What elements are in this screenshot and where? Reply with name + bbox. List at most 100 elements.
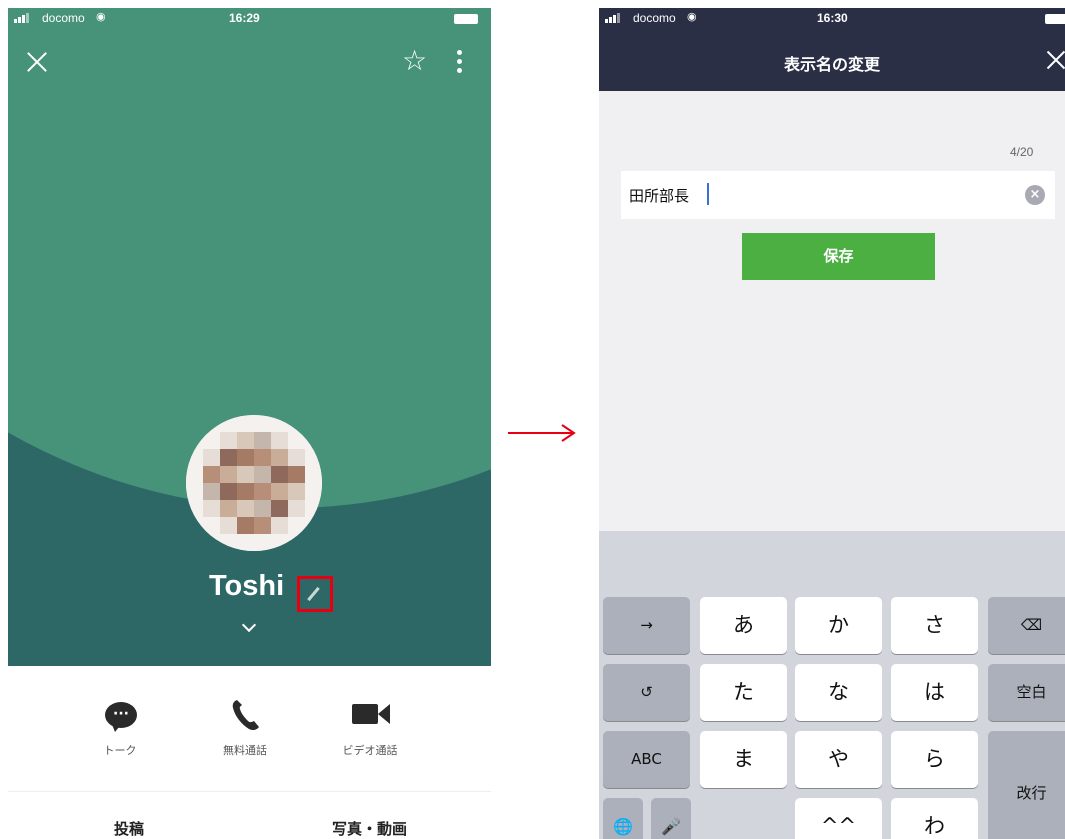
avatar-pixel — [237, 415, 254, 432]
avatar-pixel — [186, 500, 203, 517]
talk-button[interactable]: ··· トーク — [60, 696, 180, 758]
wifi-icon: ◉ — [96, 11, 106, 23]
avatar-pixel — [288, 466, 305, 483]
edit-name-button[interactable] — [297, 576, 333, 612]
key-globe[interactable]: 🌐 — [603, 798, 643, 839]
key-emoticon[interactable]: ^^ — [795, 798, 882, 839]
avatar-pixel — [271, 483, 288, 500]
key-undo-label: ↺ — [640, 683, 653, 701]
save-button[interactable]: 保存 — [742, 233, 935, 280]
key-ka[interactable]: か — [795, 597, 882, 654]
profile-screen: docomo ◉ 16:29 ☆ Toshi ··· トーク 無料通話 ビデオ通… — [8, 8, 491, 839]
more-menu-icon[interactable] — [456, 50, 464, 76]
avatar-pixel — [186, 483, 203, 500]
video-call-label: ビデオ通話 — [342, 744, 398, 757]
tab-posts[interactable]: 投稿 — [114, 818, 144, 839]
key-a[interactable]: あ — [700, 597, 787, 654]
close-icon[interactable] — [1045, 50, 1065, 70]
action-bar: ··· トーク 無料通話 ビデオ通話 — [8, 666, 491, 791]
talk-label: トーク — [103, 744, 137, 757]
key-ta-label: た — [733, 680, 754, 704]
avatar-pixel — [288, 500, 305, 517]
status-time: 16:30 — [817, 11, 848, 25]
tab-photos-videos[interactable]: 写真・動画 — [332, 818, 407, 839]
avatar-pixel — [254, 483, 271, 500]
edit-display-name-screen: docomo ◉ 16:30 表示名の変更 4/20 田所部長 × 保存 → あ か… — [599, 8, 1065, 839]
battery-icon — [1045, 14, 1065, 24]
avatar-pixel — [305, 517, 322, 534]
key-globe-label: 🌐 — [613, 817, 633, 836]
transition-arrow-icon — [508, 424, 576, 442]
phone-icon — [232, 700, 259, 731]
key-abc[interactable]: ABC — [603, 731, 690, 788]
key-ya[interactable]: や — [795, 731, 882, 788]
key-emoticon-label: ^^ — [820, 814, 857, 838]
key-abc-label: ABC — [631, 750, 662, 768]
status-bar: docomo ◉ 16:30 — [599, 8, 1065, 30]
avatar-pixel — [186, 449, 203, 466]
avatar-pixel — [220, 534, 237, 551]
avatar-pixel — [288, 415, 305, 432]
avatar-pixel — [186, 466, 203, 483]
key-mic-label: 🎤 — [661, 817, 681, 836]
chevron-down-icon[interactable] — [242, 620, 256, 634]
status-time: 16:29 — [229, 11, 260, 25]
avatar-pixel — [203, 534, 220, 551]
avatar-pixel — [220, 517, 237, 534]
key-undo[interactable]: ↺ — [603, 664, 690, 721]
status-bar: docomo ◉ 16:29 — [8, 8, 491, 30]
avatar-pixel — [305, 466, 322, 483]
close-icon[interactable] — [26, 51, 48, 73]
avatar-pixel — [271, 415, 288, 432]
avatar-pixel — [237, 517, 254, 534]
avatar-pixel — [271, 466, 288, 483]
avatar-pixel — [237, 449, 254, 466]
avatar-pixel — [305, 534, 322, 551]
avatar-pixel — [237, 483, 254, 500]
free-call-label: 無料通話 — [223, 744, 267, 757]
avatar-pixel — [254, 517, 271, 534]
key-space[interactable]: 空白 — [988, 664, 1065, 721]
avatar-pixel — [220, 415, 237, 432]
avatar-pixel — [254, 534, 271, 551]
clear-input-icon[interactable]: × — [1025, 185, 1045, 205]
signal-icon — [605, 13, 620, 23]
display-name-value: 田所部長 — [629, 187, 690, 205]
avatar-pixel — [271, 449, 288, 466]
avatar-pixel — [305, 415, 322, 432]
avatar[interactable] — [186, 415, 322, 551]
key-ta[interactable]: た — [700, 664, 787, 721]
chat-bubble-icon: ··· — [105, 702, 137, 732]
key-wa[interactable]: わ — [891, 798, 978, 839]
avatar-pixel — [254, 415, 271, 432]
free-call-button[interactable]: 無料通話 — [185, 696, 305, 758]
avatar-pixel — [237, 534, 254, 551]
key-ya-label: や — [828, 747, 849, 771]
avatar-image — [186, 415, 322, 551]
key-ra-label: ら — [924, 747, 945, 771]
key-space-label: 空白 — [1016, 683, 1047, 701]
key-arrow[interactable]: → — [603, 597, 690, 654]
key-mic[interactable]: 🎤 — [651, 798, 691, 839]
star-icon[interactable]: ☆ — [402, 46, 427, 76]
key-sa[interactable]: さ — [891, 597, 978, 654]
key-na-label: な — [828, 680, 849, 704]
key-return[interactable]: 改行 — [988, 731, 1065, 839]
avatar-pixel — [288, 483, 305, 500]
video-call-button[interactable]: ビデオ通話 — [310, 696, 430, 758]
avatar-pixel — [254, 500, 271, 517]
avatar-pixel — [237, 466, 254, 483]
avatar-pixel — [271, 500, 288, 517]
display-name-input[interactable]: 田所部長 × — [621, 171, 1055, 219]
key-na[interactable]: な — [795, 664, 882, 721]
video-camera-icon — [310, 696, 430, 736]
key-delete[interactable]: ⌫ — [988, 597, 1065, 654]
edit-header: docomo ◉ 16:30 表示名の変更 — [599, 8, 1065, 91]
avatar-pixel — [271, 432, 288, 449]
key-ra[interactable]: ら — [891, 731, 978, 788]
key-ma[interactable]: ま — [700, 731, 787, 788]
carrier-name: docomo — [633, 11, 676, 25]
avatar-pixel — [288, 534, 305, 551]
key-ha[interactable]: は — [891, 664, 978, 721]
avatar-pixel — [203, 415, 220, 432]
